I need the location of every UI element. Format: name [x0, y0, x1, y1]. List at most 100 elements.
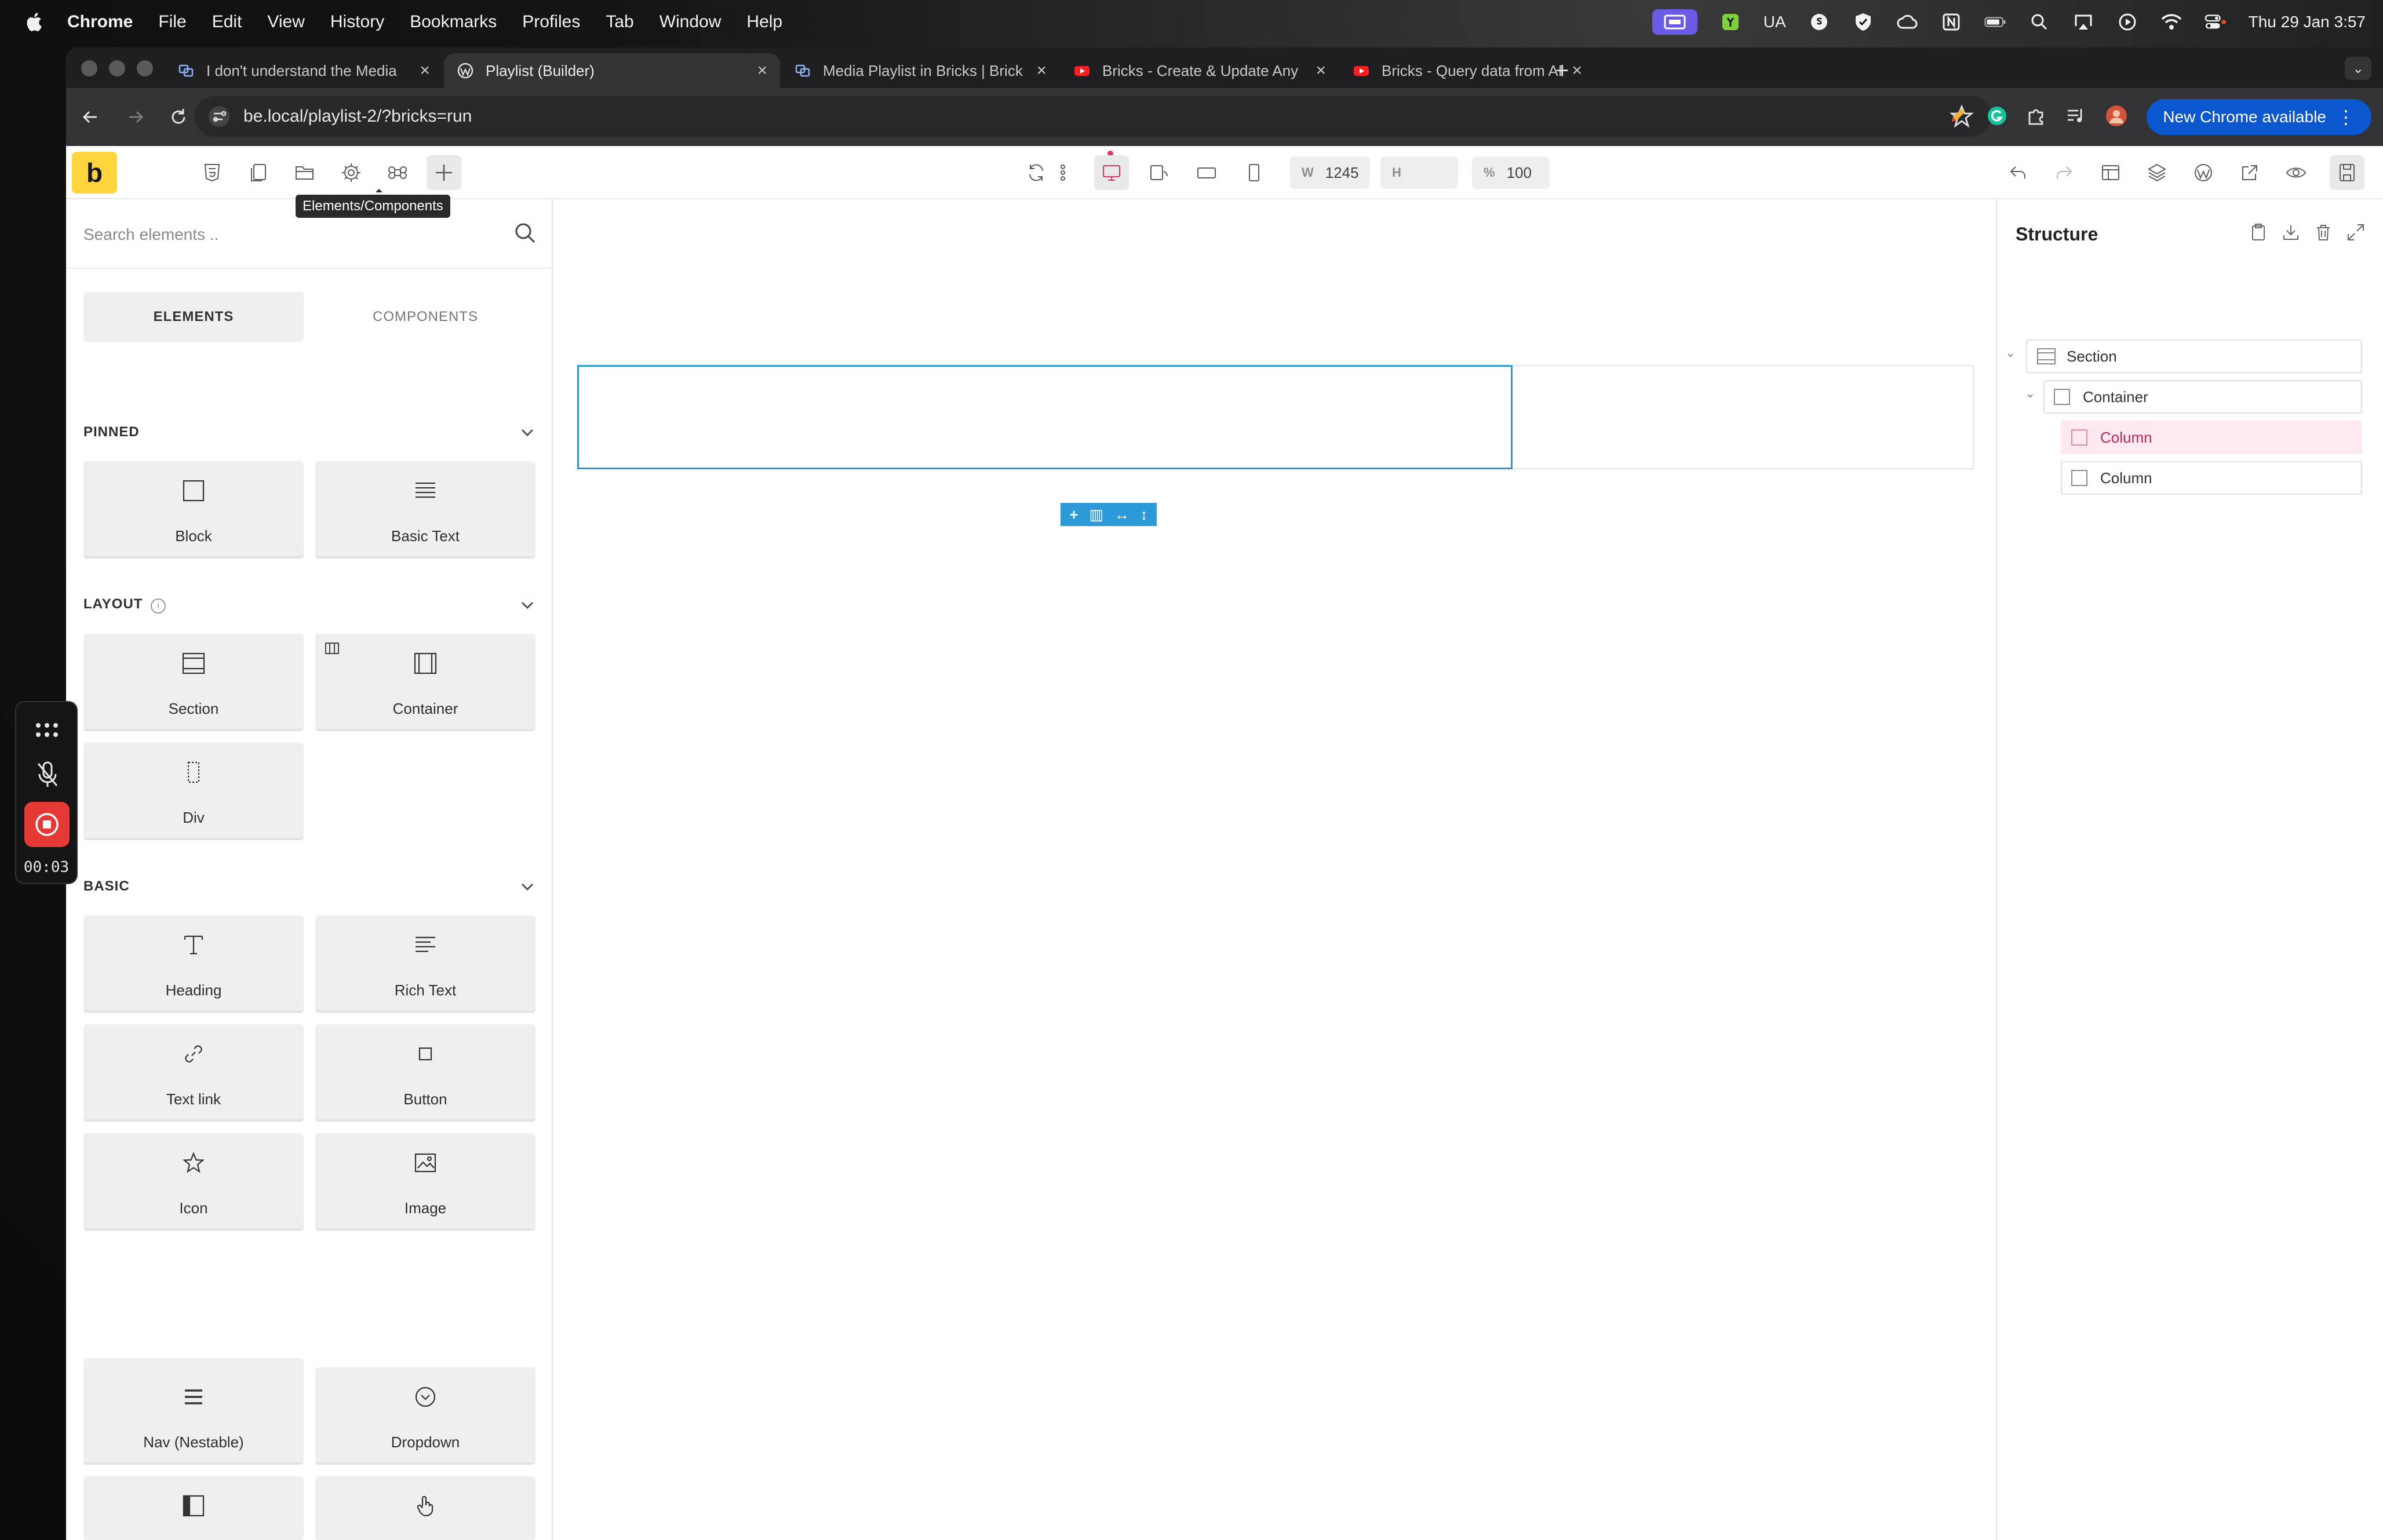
element-icon[interactable]: Icon [83, 1133, 304, 1231]
zoom-window-button[interactable] [137, 60, 153, 76]
element-div[interactable]: Div [83, 743, 304, 840]
menu-app-name[interactable]: Chrome [67, 12, 133, 32]
element-rich-text[interactable]: Rich Text [315, 915, 535, 1013]
chevron-down-icon[interactable] [519, 597, 535, 613]
extensions-puzzle-icon[interactable] [2026, 105, 2047, 129]
control-center-icon[interactable] [2205, 11, 2227, 33]
profile-avatar[interactable] [2105, 104, 2128, 130]
menu-help[interactable]: Help [746, 12, 782, 32]
screen-share-icon[interactable] [1652, 9, 1697, 35]
breakpoints-more-icon[interactable] [1054, 155, 1072, 190]
menu-profiles[interactable]: Profiles [522, 12, 580, 32]
shield-icon[interactable] [1852, 11, 1874, 33]
menubar-clock[interactable]: Thu 29 Jan 3:57 [2249, 13, 2366, 31]
element-section[interactable]: Section [83, 634, 304, 731]
browser-tab-1[interactable]: I don't understand the Media × [165, 53, 443, 88]
element-heading[interactable]: Heading [83, 915, 304, 1013]
page-settings-icon[interactable] [195, 155, 229, 190]
info-icon[interactable]: i [151, 599, 166, 614]
drag-handle-grid-icon[interactable] [34, 720, 60, 740]
close-tab-icon[interactable]: × [1572, 61, 1582, 81]
element-text-link[interactable]: Text link [83, 1024, 304, 1122]
templates-folder-icon[interactable] [287, 155, 322, 190]
close-window-button[interactable] [81, 60, 97, 76]
settings-gear-icon[interactable] [334, 155, 369, 190]
category-basic-header[interactable]: BASIC [83, 875, 535, 898]
search-elements-input[interactable] [83, 220, 489, 249]
skype-icon[interactable] [1808, 11, 1830, 33]
back-arrow-icon[interactable] [75, 102, 105, 132]
layers-icon[interactable] [2140, 155, 2174, 190]
menu-window[interactable]: Window [659, 12, 722, 32]
elements-add-plus-icon[interactable] [427, 155, 461, 190]
bricks-logo-button[interactable]: b [72, 152, 117, 194]
tablet-portrait-icon[interactable] [1189, 155, 1224, 190]
app-green-icon[interactable] [1719, 11, 1741, 33]
element-container[interactable]: Container [315, 634, 535, 731]
browser-tab-4[interactable]: Bricks - Create & Update Any × [1061, 53, 1339, 88]
browser-tab-2[interactable]: Playlist (Builder) × [444, 53, 780, 88]
element-video[interactable]: Video [83, 1358, 304, 1455]
zoom-value[interactable]: 100 [1507, 164, 1532, 182]
minimize-window-button[interactable] [109, 60, 125, 76]
tablet-landscape-icon[interactable] [1142, 155, 1176, 190]
selected-column-outline[interactable] [577, 365, 1513, 469]
canvas-width-field[interactable]: W 1245 [1290, 156, 1370, 189]
wordpress-admin-icon[interactable] [2186, 155, 2221, 190]
screen-mirroring-icon[interactable] [2072, 11, 2094, 33]
address-bar[interactable]: be.local/playlist-2/?bricks=run [195, 96, 1991, 137]
tab-search-chevron-icon[interactable]: ⌄ [2345, 57, 2371, 80]
clipboard-icon[interactable] [2249, 222, 2268, 242]
trash-icon[interactable] [2313, 222, 2333, 242]
chevron-down-icon[interactable]: ⌄ [2025, 386, 2035, 401]
menu-view[interactable]: View [267, 12, 304, 32]
structure-node-column-2[interactable]: Column [2061, 461, 2362, 495]
search-icon[interactable] [2028, 11, 2050, 33]
category-general-header[interactable]: GENERAL [83, 1490, 535, 1513]
chevron-down-icon[interactable] [519, 878, 535, 895]
tab-elements[interactable]: ELEMENTS [83, 292, 304, 342]
element-block[interactable]: Block [83, 461, 304, 559]
close-tab-icon[interactable]: × [1036, 61, 1047, 81]
layout-panel-icon[interactable] [2093, 155, 2128, 190]
chevron-down-icon[interactable]: ⌄ [2005, 345, 2016, 360]
media-controls-icon[interactable] [2065, 105, 2086, 129]
keyboard-layout-indicator[interactable]: UA [1763, 13, 1786, 31]
undo-icon[interactable] [2001, 155, 2035, 190]
structure-node-container[interactable]: Container [2043, 380, 2362, 414]
search-icon[interactable] [512, 220, 540, 248]
redo-icon[interactable] [2047, 155, 2082, 190]
battery-icon[interactable] [1984, 11, 2006, 33]
expand-icon[interactable] [2346, 222, 2366, 242]
apple-icon[interactable] [23, 10, 46, 34]
grammarly-icon[interactable] [1987, 105, 2007, 129]
notion-icon[interactable] [1940, 11, 1962, 33]
chrome-update-button[interactable]: New Chrome available ⋮ [2147, 99, 2371, 135]
menu-history[interactable]: History [330, 12, 384, 32]
structure-node-section[interactable]: Section [2026, 340, 2362, 373]
close-tab-icon[interactable]: × [757, 61, 767, 81]
pencil-extension-icon[interactable] [1947, 105, 1968, 129]
site-settings-icon[interactable] [207, 105, 231, 128]
new-tab-button[interactable]: + [1555, 58, 1569, 84]
columns-layout-icon[interactable]: ▥ [1089, 507, 1103, 522]
reload-icon[interactable] [163, 102, 194, 132]
move-horizontal-icon[interactable]: ↔ [1114, 507, 1129, 522]
builder-canvas[interactable]: + ▥ ↔ ↕ [553, 199, 1996, 1540]
chevron-down-icon[interactable] [519, 424, 535, 440]
chevron-down-icon[interactable] [519, 1494, 535, 1510]
creative-cloud-icon[interactable] [1896, 11, 1918, 33]
tab-components[interactable]: COMPONENTS [315, 292, 535, 342]
save-page-icon[interactable] [2330, 155, 2364, 190]
mobile-device-icon[interactable] [1237, 155, 1271, 190]
refresh-sync-icon[interactable] [1019, 155, 1054, 190]
element-basic-text[interactable]: Basic Text [315, 461, 535, 559]
open-external-icon[interactable] [2232, 155, 2267, 190]
download-icon[interactable] [2281, 222, 2301, 242]
menu-edit[interactable]: Edit [212, 12, 242, 32]
add-element-icon[interactable]: + [1069, 507, 1078, 522]
desktop-device-icon[interactable] [1094, 155, 1129, 190]
forward-arrow-icon[interactable] [121, 102, 151, 132]
width-value[interactable]: 1245 [1325, 164, 1359, 182]
move-vertical-icon[interactable]: ↕ [1141, 507, 1148, 522]
